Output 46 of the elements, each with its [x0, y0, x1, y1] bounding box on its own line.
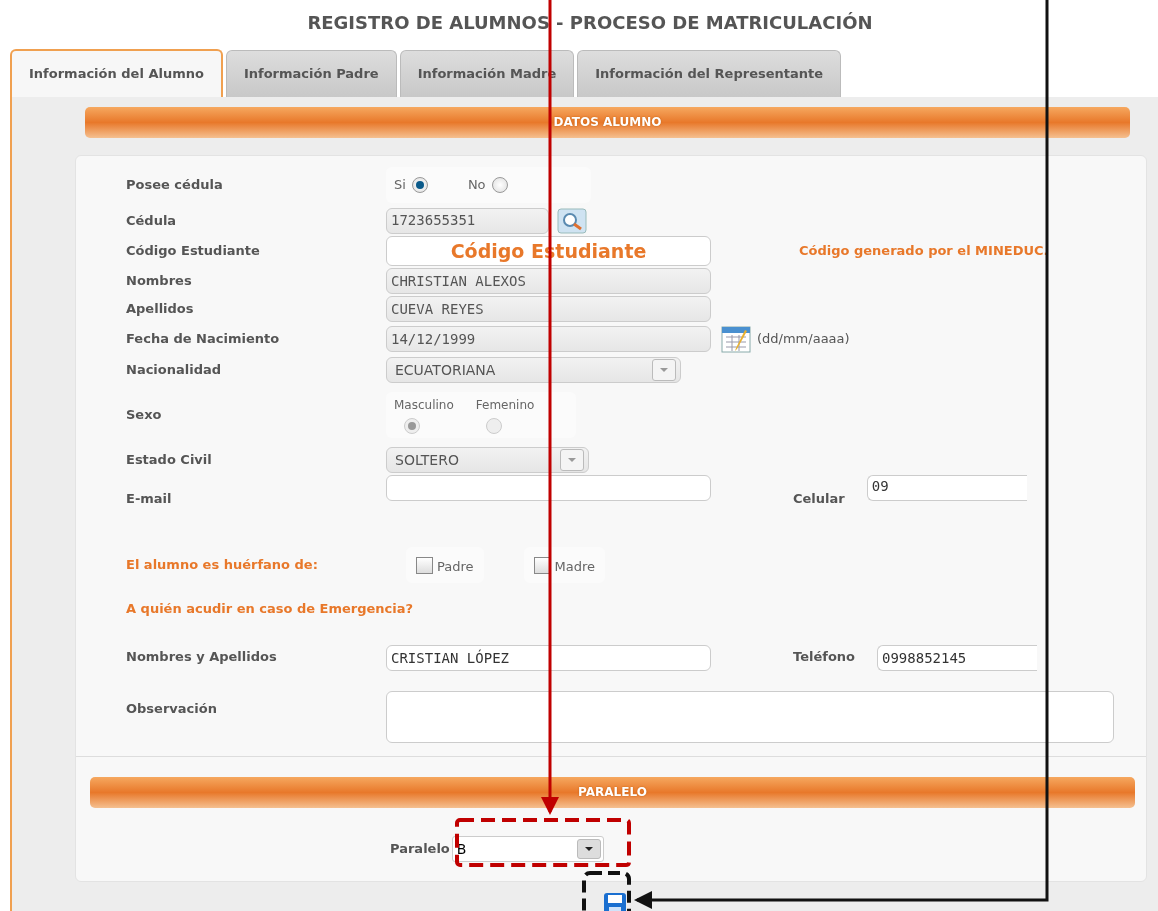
radio-option[interactable]: No	[467, 175, 508, 195]
section-header: PARALELO	[90, 777, 1135, 808]
tab[interactable]: Información del Alumno	[10, 49, 223, 97]
highlight-frame	[582, 871, 631, 911]
tab[interactable]: Información del Representante	[577, 50, 842, 97]
field-label: Estado Civil	[126, 451, 213, 470]
field-label: Nacionalidad	[126, 361, 223, 380]
field-label: Observación	[126, 700, 218, 718]
field-label: Apellidos	[126, 300, 195, 319]
input-field[interactable]: 09	[866, 475, 1027, 501]
option-label: No	[467, 176, 486, 195]
field-label: Código Estudiante	[126, 242, 261, 261]
radio-button[interactable]	[411, 177, 428, 193]
select-field[interactable]: ECUATORIANA	[386, 357, 681, 383]
option-label: Masculino	[394, 397, 454, 414]
field-label: Cédula	[126, 211, 178, 230]
format-hint: (dd/mm/aaaa)	[757, 330, 850, 349]
field-label: E-mail	[126, 490, 173, 508]
input-field[interactable]: CRISTIAN LÓPEZ	[386, 645, 711, 671]
radio-option[interactable]: Si	[394, 175, 428, 195]
field-label: Fecha de Nacimiento	[126, 330, 281, 349]
tab[interactable]: Información Padre	[225, 50, 397, 97]
input-field[interactable]: CHRISTIAN ALEXOS	[386, 268, 711, 294]
field-label: Celular	[793, 490, 845, 508]
field-label: Sexo	[126, 406, 163, 425]
field-label: Nombres	[126, 272, 193, 291]
field-label: Paralelo	[390, 840, 450, 859]
field-label: El alumno es huérfano de:	[126, 556, 319, 575]
input-field[interactable]: 0998852145	[877, 645, 1037, 671]
input-field[interactable]: 1723655351	[386, 207, 549, 234]
field-label: Posee cédula	[126, 176, 224, 195]
input-field[interactable]	[386, 475, 711, 501]
save-icon[interactable]	[603, 892, 627, 911]
input-field[interactable]: CUEVA REYES	[386, 296, 711, 322]
text-area[interactable]	[386, 691, 1114, 743]
section-header: DATOS ALUMNO	[85, 107, 1130, 138]
field-label: Nombres y Apellidos	[126, 648, 278, 666]
option-label: Si	[394, 176, 406, 195]
field-label: A quién acudir en caso de Emergencia?	[126, 600, 414, 618]
radio-button[interactable]	[491, 177, 508, 193]
input-field[interactable]: 14/12/1999	[386, 326, 711, 352]
field-label: Teléfono	[793, 648, 855, 666]
select-field[interactable]: SOLTERO	[386, 447, 589, 473]
calendar-icon[interactable]	[721, 325, 751, 353]
option-label: Femenino	[475, 397, 535, 414]
search-icon[interactable]	[557, 207, 587, 234]
